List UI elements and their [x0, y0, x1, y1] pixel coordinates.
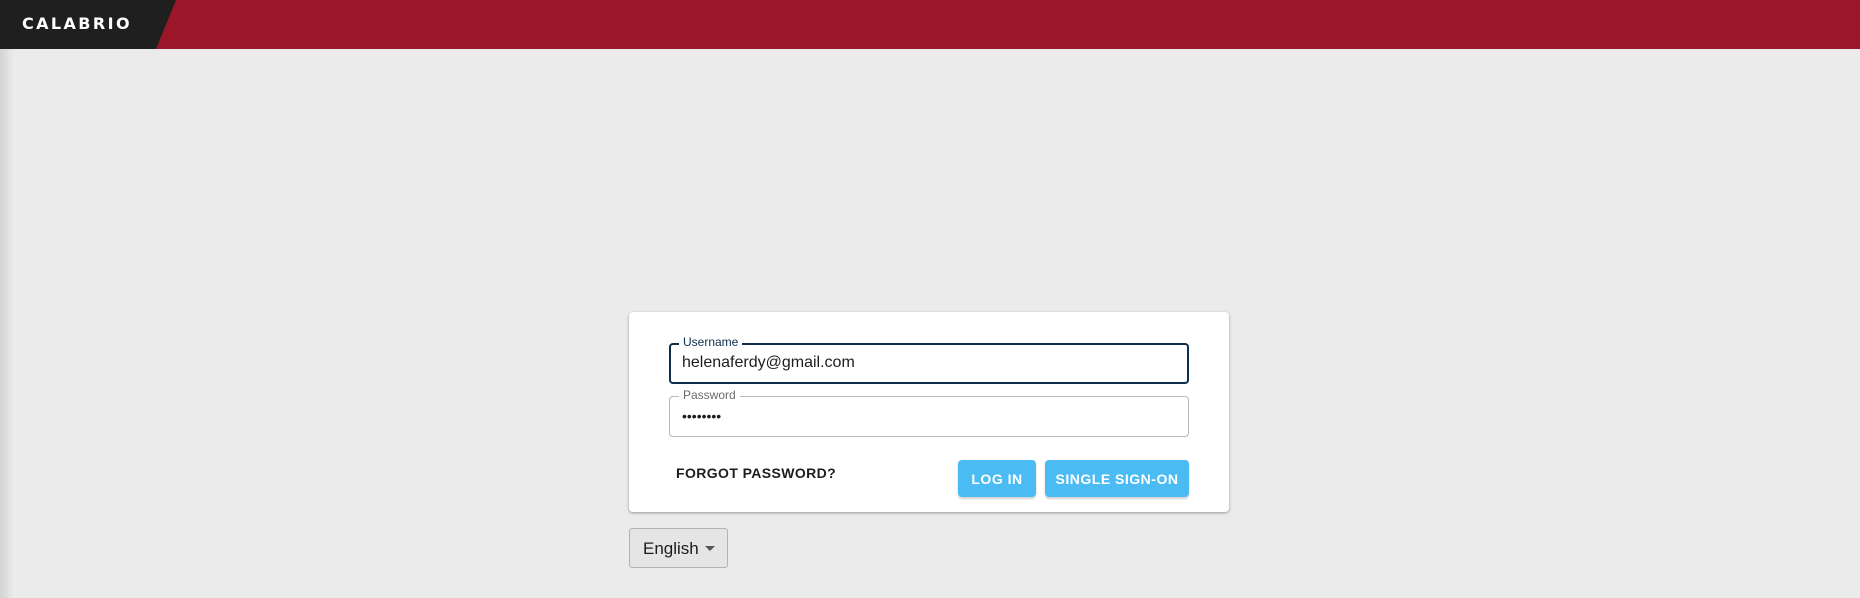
language-select[interactable]: English: [629, 528, 728, 568]
brand-logo-text: CALABRIO: [22, 14, 132, 33]
log-in-button[interactable]: LOG IN: [958, 460, 1036, 497]
top-bar: CALABRIO: [0, 0, 1860, 49]
single-sign-on-button[interactable]: SINGLE SIGN-ON: [1045, 460, 1189, 497]
username-field[interactable]: Username helenaferdy@gmail.com: [669, 336, 1189, 384]
logo[interactable]: CALABRIO: [0, 0, 176, 49]
forgot-password-link[interactable]: FORGOT PASSWORD?: [671, 459, 841, 487]
password-input[interactable]: ••••••••: [682, 406, 721, 426]
side-shadow: [0, 49, 14, 598]
password-field[interactable]: Password ••••••••: [669, 389, 1189, 437]
language-selected: English: [643, 539, 699, 558]
username-label: Username: [679, 336, 743, 349]
username-input[interactable]: helenaferdy@gmail.com: [682, 353, 855, 373]
chevron-down-icon: [705, 546, 715, 551]
password-label: Password: [679, 389, 740, 402]
login-card: Username helenaferdy@gmail.com Password …: [629, 312, 1229, 512]
